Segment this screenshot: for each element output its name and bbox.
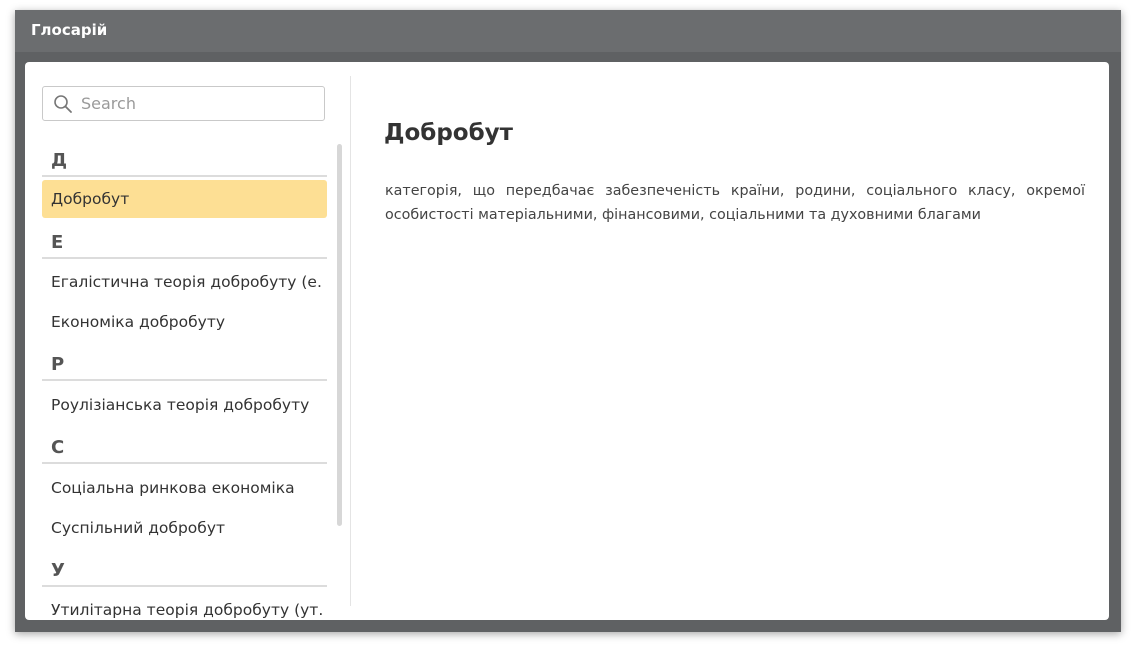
letter-label: Д — [51, 150, 68, 171]
term-definition: категорія, що передбачає забезпеченість … — [385, 183, 1085, 223]
term-label: Добробут — [51, 190, 130, 208]
term-label: Роулізіанська теорія добробуту — [51, 396, 310, 414]
letter-label: Е — [51, 232, 64, 253]
letter-label: Р — [51, 354, 65, 375]
term-label: Соціальна ринкова економіка — [51, 479, 295, 497]
letter-header-e: Е — [42, 226, 327, 259]
letter-label: С — [51, 437, 65, 458]
term-list[interactable]: Д Добробут Е Егалістична теорія добробут… — [42, 144, 327, 620]
sidebar-scrollbar[interactable] — [337, 144, 342, 526]
term-label: Економіка добробуту — [51, 313, 226, 331]
window-title: Глосарій — [31, 21, 108, 39]
term-item-social-market[interactable]: Соціальна ринкова економіка — [42, 469, 327, 507]
term-label: Егалістична теорія добробуту (е... — [51, 273, 323, 291]
title-bar: Глосарій — [15, 10, 1121, 52]
letter-header-d: Д — [42, 144, 327, 177]
letter-label: У — [51, 560, 65, 581]
sidebar-divider — [350, 76, 351, 606]
term-item-social-welfare[interactable]: Суспільний добробут — [42, 509, 327, 547]
search-box[interactable] — [42, 86, 325, 121]
term-label: Суспільний добробут — [51, 519, 226, 537]
term-item-dobrobut[interactable]: Добробут — [42, 180, 327, 218]
letter-header-r: Р — [42, 348, 327, 381]
term-label: Утилітарна теорія добробуту (ут... — [51, 601, 323, 619]
term-item-rawlsian[interactable]: Роулізіанська теорія добробуту — [42, 386, 327, 424]
term-item-welfare-economics[interactable]: Економіка добробуту — [42, 303, 327, 341]
term-item-egalitarian[interactable]: Егалістична теорія добробуту (е... — [42, 263, 327, 301]
letter-header-s: С — [42, 431, 327, 464]
glossary-window: Глосарій Д Добробут Е — [15, 10, 1121, 632]
search-icon — [54, 95, 72, 113]
glossary-panel: Д Добробут Е Егалістична теорія добробут… — [25, 62, 1109, 620]
term-item-utilitarian[interactable]: Утилітарна теорія добробуту (ут... — [42, 591, 327, 620]
search-input[interactable] — [81, 91, 311, 116]
glossary-sidebar: Д Добробут Е Егалістична теорія добробут… — [25, 62, 351, 620]
term-title: Добробут — [384, 120, 513, 146]
letter-header-u: У — [42, 554, 327, 587]
